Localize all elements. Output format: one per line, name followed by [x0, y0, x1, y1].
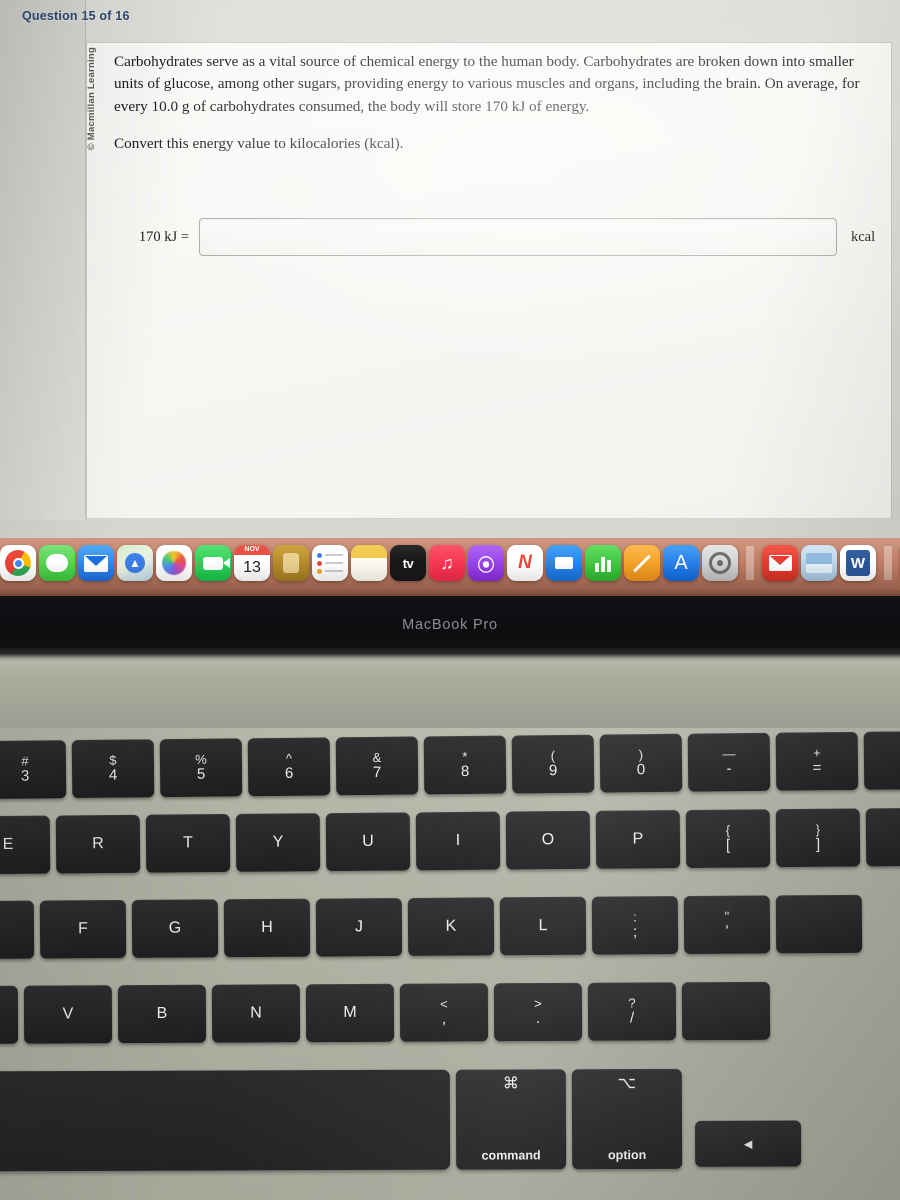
key-8[interactable]: * 8: [423, 735, 507, 795]
key-t[interactable]: T: [145, 813, 231, 873]
dock-icon-apple-tv[interactable]: tv: [390, 545, 426, 581]
calendar-day-label: 13: [243, 559, 261, 576]
key-n[interactable]: N: [211, 984, 301, 1043]
question-text-block: Carbohydrates serve as a vital source of…: [114, 51, 871, 155]
key-space[interactable]: [0, 1069, 451, 1172]
dock-separator-2: [884, 546, 892, 580]
dock-icon-numbers[interactable]: [585, 545, 621, 581]
key-g[interactable]: G: [131, 899, 219, 958]
key-delete[interactable]: [863, 730, 900, 790]
dock-icon-gmail[interactable]: [762, 545, 798, 581]
dock-icon-app-store[interactable]: A: [663, 545, 699, 581]
keyboard-row-modifiers: ⌘ command ⌥ option ◀: [0, 1068, 808, 1172]
screenshot-root: Question 15 of 16 © Macmillan Learning C…: [0, 0, 900, 1200]
copyright-watermark: © Macmillan Learning: [86, 47, 97, 151]
key-9[interactable]: ( 9: [511, 734, 595, 794]
key-h[interactable]: H: [223, 898, 311, 958]
keyboard-row-home: D F G H J K L : ; " ': [0, 894, 863, 960]
keyboard-row-bottom-letters: C V B N M < , > . ? /: [0, 981, 771, 1045]
dock-icon-facetime[interactable]: [195, 545, 231, 581]
dock-icon-system-settings[interactable]: [702, 545, 738, 581]
dock-icon-music[interactable]: ♫: [429, 545, 465, 581]
key-backslash[interactable]: [865, 807, 900, 867]
dock-separator-1: [746, 546, 754, 580]
dock-icon-row: ▲ NOV 13 tv ♫ ⦿ N A W: [0, 539, 900, 587]
dock-icon-mail[interactable]: [78, 545, 114, 581]
answer-unit-label: kcal: [851, 228, 876, 245]
page-left-gutter: [0, 0, 86, 520]
key-option[interactable]: ⌥ option: [571, 1068, 683, 1170]
laptop-hinge: [0, 648, 900, 662]
key-return[interactable]: [775, 894, 863, 954]
key-command[interactable]: ⌘ command: [455, 1069, 567, 1170]
key-0[interactable]: ) 0: [599, 733, 683, 793]
key-arrow-left[interactable]: ◀: [695, 1120, 802, 1167]
answer-row: 170 kJ = kcal: [87, 218, 891, 256]
dock-icon-reminders[interactable]: [312, 545, 348, 581]
keyboard-row-qwerty: E R T Y U I O P { [ } ]: [0, 807, 900, 875]
key-i[interactable]: I: [415, 811, 501, 871]
macbook-screen: Question 15 of 16 © Macmillan Learning C…: [0, 0, 900, 538]
key-3[interactable]: # 3: [0, 740, 67, 800]
dock-icon-contacts[interactable]: [273, 545, 309, 581]
dock-icon-podcasts[interactable]: ⦿: [468, 545, 504, 581]
key-arrow-cluster: ◀: [688, 1068, 808, 1168]
dock-icon-chrome[interactable]: [0, 545, 36, 581]
touchbar-deck: ⟳ ⌂ Search or type URL ☆ ⊕ ❮ ☀ 🕪 🕨: [0, 662, 900, 730]
page-title: Question 15 of 16: [22, 9, 130, 23]
answer-prefix-label: 170 kJ =: [138, 228, 189, 245]
key-l[interactable]: L: [499, 896, 587, 956]
key-6[interactable]: ^ 6: [247, 737, 331, 797]
key-period[interactable]: > .: [493, 982, 583, 1042]
macbook-keyboard: # 3 $ 4 % 5 ^ 6 & 7 * 8 (9) 0 — - + = …: [0, 728, 900, 1200]
key-4[interactable]: $ 4: [71, 739, 155, 799]
calendar-month-label: NOV: [234, 545, 270, 555]
key-y[interactable]: Y: [235, 813, 321, 872]
key-slash[interactable]: ? /: [587, 982, 677, 1041]
key-shift-right[interactable]: [681, 981, 771, 1041]
key-j[interactable]: J: [315, 898, 403, 957]
dock-icon-photos[interactable]: [156, 545, 192, 581]
key-k[interactable]: K: [407, 897, 495, 956]
key-b[interactable]: B: [117, 984, 207, 1044]
dock-icon-preview[interactable]: [801, 545, 837, 581]
dock-icon-messages[interactable]: [39, 545, 75, 581]
key-quote[interactable]: " ': [683, 895, 771, 955]
key-bracket-right[interactable]: } ]: [775, 808, 861, 868]
question-paragraph-2: Convert this energy value to kilocalorie…: [114, 135, 404, 153]
key-r[interactable]: R: [55, 814, 141, 874]
key-c[interactable]: C: [0, 985, 19, 1045]
keyboard-row-numbers: # 3 $ 4 % 5 ^ 6 & 7 * 8 (9) 0 — - + =: [0, 730, 900, 800]
key-o[interactable]: O: [505, 810, 591, 870]
question-paragraph-1: Carbohydrates serve as a vital source of…: [114, 53, 860, 115]
dock-icon-maps[interactable]: ▲: [117, 545, 153, 581]
key-minus[interactable]: — -: [687, 732, 771, 792]
key-e[interactable]: E: [0, 815, 51, 875]
key-semicolon[interactable]: : ;: [591, 896, 679, 955]
key-f[interactable]: F: [39, 899, 127, 959]
macos-dock: ▲ NOV 13 tv ♫ ⦿ N A W: [0, 538, 900, 596]
question-card: © Macmillan Learning Carbohydrates serve…: [86, 42, 892, 519]
dock-icon-calendar[interactable]: NOV 13: [234, 545, 270, 581]
key-p[interactable]: P: [595, 810, 681, 869]
macbook-pro-label: MacBook Pro: [402, 617, 498, 633]
key-7[interactable]: & 7: [335, 736, 419, 796]
dock-icon-notes[interactable]: [351, 545, 387, 581]
key-equals[interactable]: + =: [775, 731, 859, 791]
key-v[interactable]: V: [23, 985, 113, 1044]
key-comma[interactable]: < ,: [399, 983, 489, 1042]
dock-icon-news[interactable]: N: [507, 545, 543, 581]
dock-icon-microsoft-word[interactable]: W: [840, 545, 876, 581]
key-5[interactable]: % 5: [159, 738, 243, 798]
answer-input[interactable]: [199, 218, 837, 256]
key-m[interactable]: M: [305, 983, 395, 1043]
dock-icon-pages[interactable]: [624, 545, 660, 581]
key-u[interactable]: U: [325, 812, 411, 872]
dock-icon-keynote[interactable]: [546, 545, 582, 581]
key-bracket-left[interactable]: { [: [685, 809, 771, 869]
key-d[interactable]: D: [0, 900, 35, 960]
